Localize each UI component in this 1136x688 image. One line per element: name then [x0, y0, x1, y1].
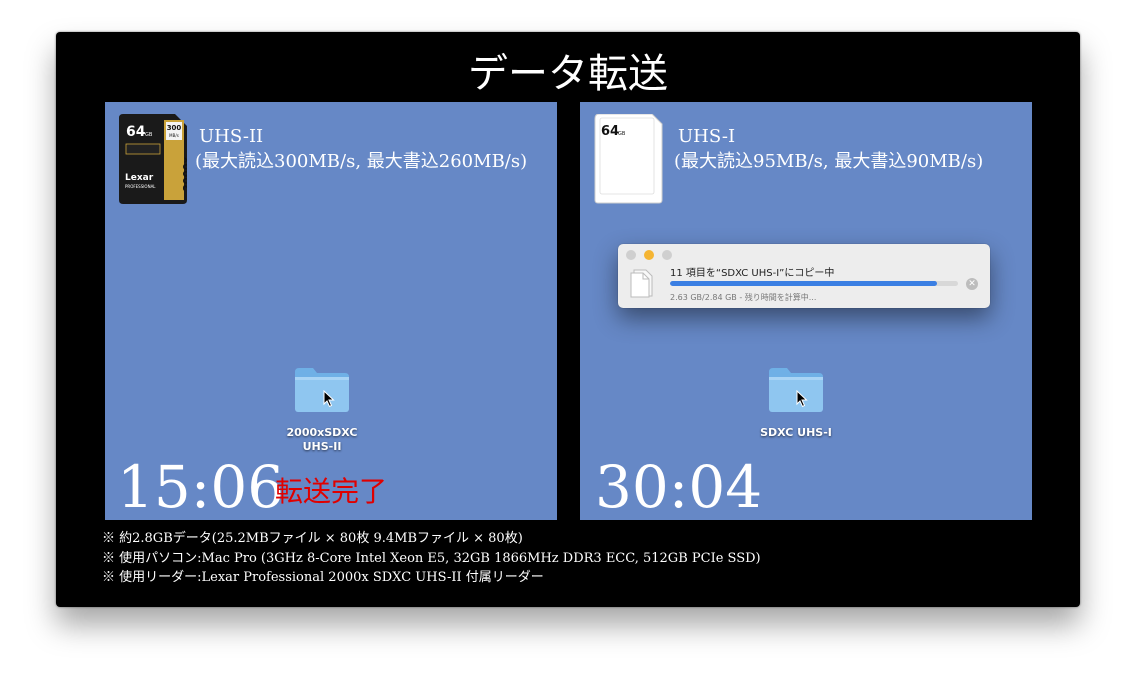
card-rating: 2000x: [182, 156, 187, 191]
copy-progress-dialog: 11 項目を“SDXC UHS-I”にコピー中 ✕ 2.63 GB/2.84 G…: [618, 244, 990, 308]
mouse-cursor-icon: [796, 390, 808, 408]
card-capacity: 64: [126, 124, 146, 140]
footnote-reader: ※ 使用リーダー:Lexar Professional 2000x SDXC U…: [102, 570, 544, 585]
desktop-panel-uhs1: 64 GB UHS-I (最大読込95MB/s, 最大書込90MB/s) 11 …: [580, 102, 1032, 520]
card-capacity: 64: [601, 124, 619, 139]
spec-speeds: (最大読込300MB/s, 最大書込260MB/s): [195, 151, 528, 172]
transfer-complete-label: 転送完了: [275, 475, 388, 508]
sd-card-lexar-icon: 300 MB/s 2000x 64 GB Lexar PROFESSIONAL: [119, 114, 187, 204]
footnotes: ※ 約2.8GBデータ(25.2MBファイル × 80枚 9.4MBファイル ×…: [102, 529, 761, 588]
card-unit: GB: [618, 131, 626, 137]
spec-speeds: (最大読込95MB/s, 最大書込90MB/s): [674, 151, 984, 172]
card-spec: UHS-II (最大読込300MB/s, 最大書込260MB/s): [195, 124, 527, 174]
minimize-window-button[interactable]: [644, 250, 654, 260]
spec-interface: UHS-II: [199, 126, 264, 147]
folder-label[interactable]: SDXC UHS-I: [696, 426, 896, 440]
dialog-title: 11 項目を“SDXC UHS-I”にコピー中: [670, 268, 835, 279]
folder-label[interactable]: 2000xSDXC UHS-II: [222, 426, 422, 454]
footnote-data: ※ 約2.8GBデータ(25.2MBファイル × 80枚 9.4MBファイル ×…: [102, 531, 523, 546]
desktop-panel-uhs2: 300 MB/s 2000x 64 GB Lexar PROFESSIONAL …: [105, 102, 557, 520]
slide-title: データ転送: [468, 51, 668, 97]
document-icon: [630, 269, 653, 298]
transfer-time: 30:04: [595, 453, 763, 520]
sd-card-white-icon: 64 GB: [594, 114, 663, 204]
copy-progress-fill: [670, 281, 937, 286]
card-brand: Lexar: [125, 173, 154, 183]
mouse-cursor-icon: [323, 390, 335, 408]
dialog-status: 2.63 GB/2.84 GB - 残り時間を計算中...: [670, 293, 817, 302]
footnote-computer: ※ 使用パソコン:Mac Pro (3GHz 8-Core Intel Xeon…: [102, 550, 761, 566]
slide: データ転送 300 MB/s 2000x 64 GB Lexar PROFESS…: [56, 32, 1080, 607]
zoom-window-button[interactable]: [662, 250, 672, 260]
close-window-button[interactable]: [626, 250, 636, 260]
folder-label-line1: 2000xSDXC: [286, 426, 358, 439]
transfer-time: 15:06: [117, 453, 285, 520]
card-line: PROFESSIONAL: [125, 184, 156, 189]
folder-label-line2: UHS-II: [302, 440, 342, 453]
stop-copy-icon[interactable]: ✕: [966, 278, 978, 290]
folder-icon[interactable]: [293, 366, 351, 414]
card-speed-unit: MB/s: [169, 133, 179, 138]
card-speed: 300: [167, 124, 182, 132]
card-spec: UHS-I (最大読込95MB/s, 最大書込90MB/s): [674, 124, 983, 174]
card-unit: GB: [145, 132, 153, 138]
spec-interface: UHS-I: [678, 126, 736, 147]
copy-progress-bar: [670, 281, 958, 286]
